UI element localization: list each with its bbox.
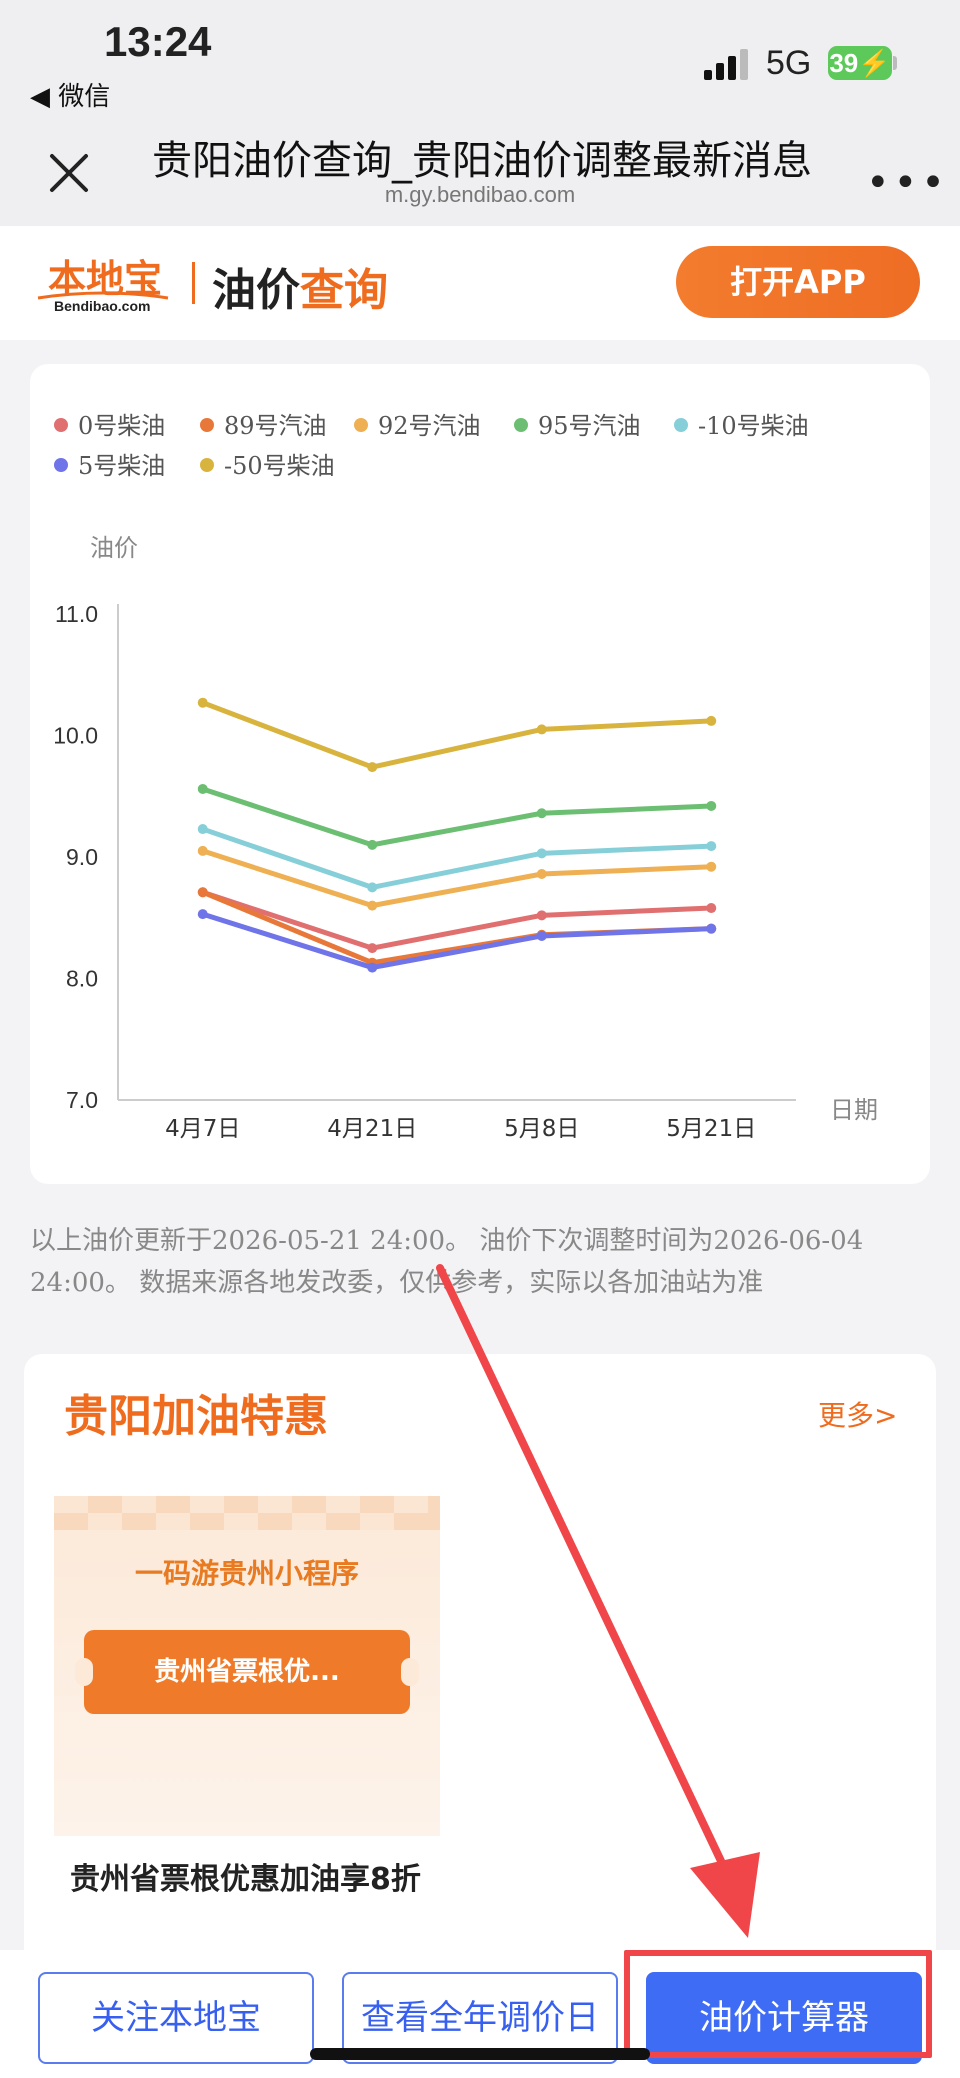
follow-button[interactable]: 关注本地宝 xyxy=(38,1972,314,2064)
series-point xyxy=(706,800,717,811)
legend-dot xyxy=(54,418,68,432)
battery-icon: 39⚡ xyxy=(828,46,892,80)
series-point xyxy=(367,962,378,973)
highlight-box xyxy=(624,1950,932,2058)
series-point xyxy=(197,697,208,708)
legend-dot xyxy=(674,418,688,432)
y-tick-label: 7.0 xyxy=(66,1087,98,1113)
x-tick-label: 5月8日 xyxy=(504,1116,579,1142)
series-line xyxy=(201,826,712,890)
battery-level: 39 xyxy=(829,48,859,78)
y-tick-label: 9.0 xyxy=(66,844,98,870)
legend-item[interactable]: 92号汽油 xyxy=(354,406,481,441)
charging-bolt-icon: ⚡ xyxy=(858,48,891,78)
series-point xyxy=(197,887,208,898)
promo-more-link[interactable]: 更多> xyxy=(818,1394,897,1434)
series-point xyxy=(367,839,378,850)
signal-icon xyxy=(704,49,748,80)
thumbnail-title: 一码游贵州小程序 xyxy=(134,1557,359,1590)
home-indicator[interactable] xyxy=(310,2048,650,2060)
legend-dot xyxy=(514,418,528,432)
series-point xyxy=(706,903,717,914)
legend-label: 5号柴油 xyxy=(78,452,166,480)
series-point xyxy=(197,845,208,856)
series-point xyxy=(536,869,547,880)
series-point xyxy=(706,715,717,726)
legend-item[interactable]: 5号柴油 xyxy=(54,446,165,481)
legend-dot xyxy=(200,458,214,472)
more-menu-icon[interactable]: ••• xyxy=(866,160,949,206)
status-time: 13:24 xyxy=(104,18,212,65)
series-point xyxy=(536,930,547,941)
oil-price-chart: 油价日期 11.0 10.0 9.0 8.0 7.0 4月7日 4月21日 5月8日 5月21日 xyxy=(53,534,878,1142)
legend-label: -10号柴油 xyxy=(698,412,809,440)
series-point xyxy=(536,724,547,735)
legend-item[interactable]: 95号汽油 xyxy=(514,406,641,441)
y-tick-label: 8.0 xyxy=(66,966,98,992)
series-line xyxy=(201,786,712,848)
y-tick-label: 10.0 xyxy=(53,723,98,749)
series-point xyxy=(197,824,208,835)
series-point xyxy=(197,909,208,920)
section-title: 油价查询 xyxy=(212,254,388,318)
logo-divider xyxy=(192,262,195,304)
series-line xyxy=(201,848,712,909)
page-url: m.gy.bendibao.com xyxy=(384,182,576,207)
series-point xyxy=(536,848,547,859)
legend-item[interactable]: 89号汽油 xyxy=(200,406,327,441)
thumbnail-pattern xyxy=(54,1496,440,1530)
title-part-a: 油价 xyxy=(212,265,300,316)
series-point xyxy=(367,762,378,773)
series-point xyxy=(367,900,378,911)
series-point xyxy=(536,910,547,921)
series-point xyxy=(367,882,378,893)
y-axis-title: 油价 xyxy=(90,534,138,562)
legend-label: -50号柴油 xyxy=(224,452,335,480)
page-title: 贵阳油价查询_贵阳油价调整最新消息 xyxy=(152,138,812,184)
x-tick-label: 5月21日 xyxy=(666,1116,756,1142)
x-tick-label: 4月7日 xyxy=(165,1116,240,1142)
legend-item[interactable]: -10号柴油 xyxy=(674,406,809,441)
x-axis-title: 日期 xyxy=(830,1096,878,1124)
y-tick-label: 11.0 xyxy=(55,601,98,627)
legend-dot xyxy=(354,418,368,432)
promo-caption[interactable]: 贵州省票根优惠加油享8折 xyxy=(70,1856,450,1904)
series-point xyxy=(706,841,717,852)
legend-dot xyxy=(54,458,68,472)
update-note: 以上油价更新于2026-05-21 24:00。 油价下次调整时间为2026-0… xyxy=(30,1226,864,1298)
series-point xyxy=(197,783,208,794)
title-part-b: 查询 xyxy=(300,265,388,316)
legend-label: 0号柴油 xyxy=(78,412,166,440)
close-icon[interactable] xyxy=(44,148,94,198)
series-point xyxy=(706,923,717,934)
ticket-banner: 贵州省票根优... xyxy=(84,1630,410,1714)
legend-dot xyxy=(200,418,214,432)
series-point xyxy=(536,808,547,819)
legend-item[interactable]: -50号柴油 xyxy=(200,446,335,481)
series-point xyxy=(706,861,717,872)
legend-item[interactable]: 0号柴油 xyxy=(54,406,165,441)
x-tick-label: 4月21日 xyxy=(327,1116,417,1142)
promo-title: 贵阳加油特惠 xyxy=(64,1391,328,1442)
open-app-button[interactable]: 打开APP xyxy=(676,246,920,318)
series-point xyxy=(367,943,378,954)
series-line xyxy=(201,700,712,770)
legend-label: 92号汽油 xyxy=(378,412,481,440)
ticket-notch-left xyxy=(75,1658,93,1686)
battery-cap xyxy=(893,56,897,70)
network-type: 5G xyxy=(766,44,812,82)
logo-domain: Bendibao.com xyxy=(54,298,151,314)
legend-label: 95号汽油 xyxy=(538,412,641,440)
ticket-notch-right xyxy=(401,1658,419,1686)
legend-label: 89号汽油 xyxy=(224,412,327,440)
back-to-wechat[interactable]: ◀ 微信 xyxy=(30,76,110,113)
